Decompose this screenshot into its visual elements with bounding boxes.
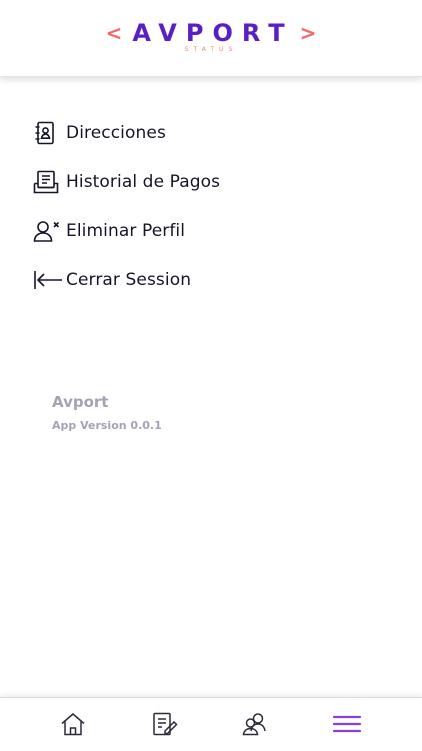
menu-item-historial-de-pagos[interactable]: Historial de Pagos bbox=[32, 167, 392, 197]
avport-logo: < AVPORT > STATUS bbox=[0, 18, 422, 53]
logo-subtitle: STATUS bbox=[184, 46, 238, 53]
menu-item-label: Eliminar Perfil bbox=[66, 221, 186, 241]
menu-item-eliminar-perfil[interactable]: Eliminar Perfil bbox=[32, 216, 392, 246]
app-header: < AVPORT > STATUS bbox=[0, 0, 422, 77]
app-version: App Version 0.0.1 bbox=[52, 419, 162, 432]
nav-users-button[interactable] bbox=[241, 712, 271, 740]
menu-item-label: Direcciones bbox=[66, 123, 166, 143]
menu-item-label: Historial de Pagos bbox=[66, 172, 221, 192]
logout-arrow-icon bbox=[32, 265, 66, 295]
remove-user-icon bbox=[32, 216, 66, 246]
menu-item-cerrar-session[interactable]: Cerrar Session bbox=[32, 265, 392, 295]
app-info: Avport App Version 0.0.1 bbox=[52, 393, 162, 432]
menu-item-direcciones[interactable]: Direcciones bbox=[32, 118, 392, 148]
app-name: Avport bbox=[52, 393, 109, 411]
receipt-history-icon bbox=[32, 167, 66, 197]
users-icon bbox=[241, 711, 271, 742]
menu-icon bbox=[332, 712, 362, 741]
edit-document-icon bbox=[151, 711, 179, 742]
profile-menu: Direcciones Historial de Pagos Eliminar … bbox=[32, 118, 392, 314]
bottom-navigation bbox=[0, 697, 422, 751]
nav-home-button[interactable] bbox=[58, 712, 88, 740]
menu-item-label: Cerrar Session bbox=[66, 270, 192, 290]
home-icon bbox=[59, 711, 87, 742]
nav-orders-button[interactable] bbox=[150, 712, 180, 740]
logo-left-bracket: < bbox=[105, 21, 123, 45]
nav-menu-button[interactable] bbox=[332, 712, 362, 740]
logo-wordmark: AVPORT bbox=[132, 19, 294, 47]
logo-right-bracket: > bbox=[299, 21, 317, 45]
address-book-icon bbox=[32, 118, 66, 148]
